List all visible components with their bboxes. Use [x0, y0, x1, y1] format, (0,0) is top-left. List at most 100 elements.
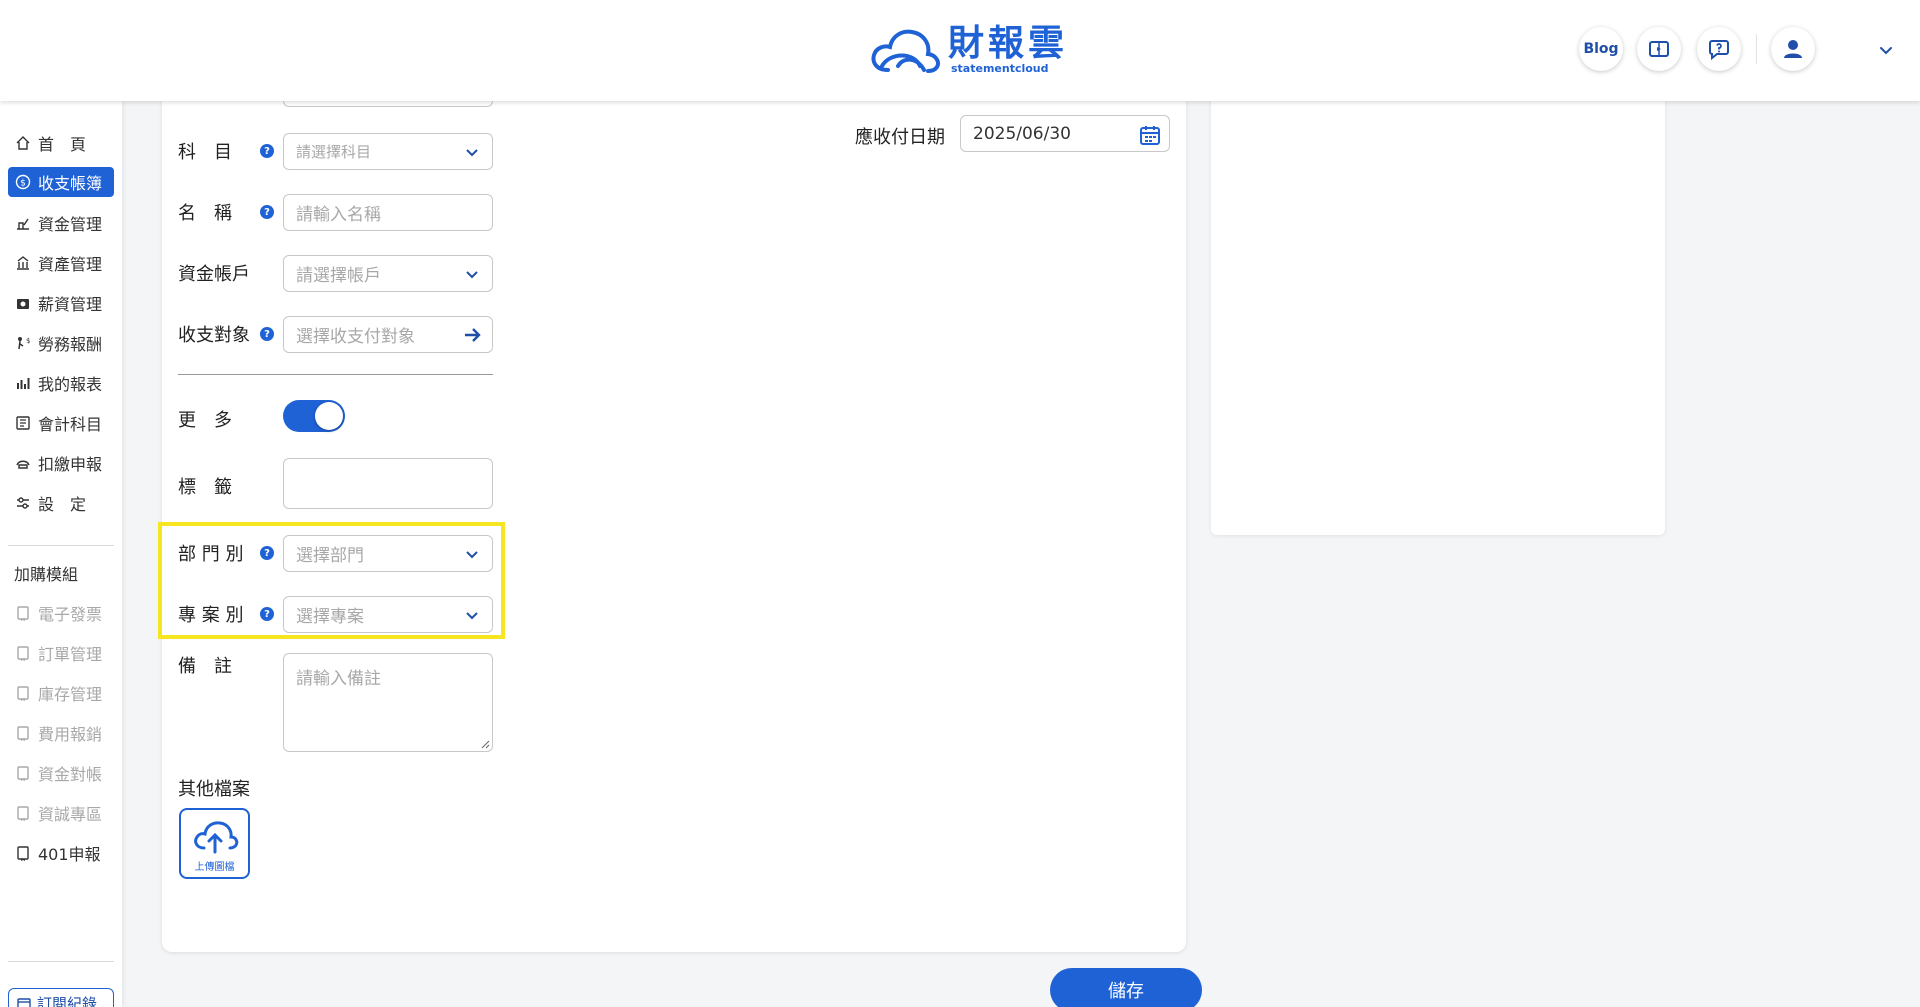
target-label: 收支對象 — [178, 325, 250, 346]
calendar-icon[interactable] — [1139, 124, 1161, 146]
subject-select[interactable]: 請選擇科目 — [283, 133, 493, 170]
help-icon[interactable]: ? — [260, 607, 274, 621]
sidebar-item-withholding[interactable]: 扣繳申報 — [8, 448, 114, 478]
header-divider — [1756, 34, 1757, 64]
subscription-record-label: 訂閱紀錄 — [37, 994, 98, 1007]
logo-subtitle: statementcloud — [951, 62, 1049, 75]
help-icon[interactable]: ? — [260, 327, 274, 341]
sidebar-divider — [8, 545, 114, 546]
lock-book-icon — [14, 604, 32, 622]
ledger-icon: $ — [14, 173, 32, 191]
target-placeholder: 選擇收支付對象 — [296, 327, 415, 347]
sidebar: 首 頁 $ 收支帳簿 資金管理 資產管理 薪資管理 $ 勞務報酬 我的報表 會計… — [0, 101, 122, 1007]
chevron-down-icon[interactable] — [1876, 40, 1896, 60]
chevron-down-icon — [466, 612, 478, 620]
tags-input[interactable] — [283, 458, 493, 509]
video-guide-button[interactable] — [1637, 27, 1681, 71]
blog-button[interactable]: Blog — [1579, 27, 1623, 71]
sidebar-item-label: 扣繳申報 — [38, 455, 103, 474]
sidebar-addon-inventory[interactable]: 庫存管理 — [8, 678, 114, 708]
report-icon — [14, 374, 32, 392]
logo-title: 財報雲 — [948, 23, 1069, 64]
sidebar-item-settings[interactable]: 設 定 — [8, 488, 114, 518]
department-label: 部 門 別 — [178, 544, 244, 565]
sidebar-item-label: 資金對帳 — [38, 765, 103, 784]
withholding-icon — [14, 454, 32, 472]
home-icon — [14, 134, 32, 152]
receipt-icon — [17, 998, 31, 1007]
more-label: 更 多 — [178, 410, 232, 431]
files-label: 其他檔案 — [178, 779, 250, 800]
resize-handle-icon[interactable] — [480, 739, 490, 749]
sidebar-item-label: 收支帳簿 — [38, 174, 103, 193]
upload-image-button[interactable]: 上傳圖檔 — [179, 808, 250, 879]
sidebar-item-label: 費用報銷 — [38, 725, 103, 744]
note-placeholder: 請輸入備註 — [296, 669, 381, 689]
name-label: 名 稱 — [178, 203, 232, 224]
sidebar-item-accounts[interactable]: 會計科目 — [8, 408, 114, 438]
sidebar-item-assets[interactable]: 資產管理 — [8, 248, 114, 278]
funds-icon — [14, 214, 32, 232]
subscription-record-button[interactable]: 訂閱紀錄 — [8, 988, 114, 1007]
toggle-knob — [315, 402, 343, 430]
help-icon[interactable]: ? — [260, 144, 274, 158]
sidebar-item-label: 資金管理 — [38, 215, 103, 234]
user-avatar-button[interactable] — [1771, 27, 1815, 71]
chat-help-icon — [1709, 40, 1729, 61]
name-input[interactable]: 請輸入名稱 — [283, 194, 493, 231]
labor-icon: $ — [14, 334, 32, 352]
sidebar-item-label: 資誠專區 — [38, 805, 103, 824]
support-chat-button[interactable] — [1697, 27, 1741, 71]
due-date-label: 應收付日期 — [855, 127, 945, 148]
sidebar-item-reports[interactable]: 我的報表 — [8, 368, 114, 398]
sidebar-item-home[interactable]: 首 頁 — [8, 128, 114, 158]
svg-text:$: $ — [26, 337, 30, 345]
project-placeholder: 選擇專案 — [296, 607, 364, 627]
tags-label: 標 籤 — [178, 477, 232, 498]
video-book-icon — [1649, 41, 1669, 57]
sidebar-addon-einvoice[interactable]: 電子發票 — [8, 598, 114, 628]
subject-label: 科 目 — [178, 142, 232, 163]
account-select[interactable]: 請選擇帳戶 — [283, 255, 493, 292]
payroll-icon — [14, 294, 32, 312]
logo[interactable]: 財報雲 statementcloud — [868, 22, 1068, 78]
sidebar-item-funds[interactable]: 資金管理 — [8, 208, 114, 238]
department-placeholder: 選擇部門 — [296, 546, 364, 566]
side-panel-card — [1211, 90, 1665, 535]
help-icon[interactable]: ? — [260, 546, 274, 560]
name-placeholder: 請輸入名稱 — [296, 205, 381, 225]
due-date-input[interactable]: 2025/06/30 — [960, 115, 1170, 152]
help-icon[interactable]: ? — [260, 205, 274, 219]
project-label: 專 案 別 — [178, 605, 244, 626]
project-select[interactable]: 選擇專案 — [283, 596, 493, 633]
sidebar-item-label: 勞務報酬 — [38, 335, 103, 354]
save-button[interactable]: 儲存 — [1050, 968, 1202, 1007]
subject-placeholder: 請選擇科目 — [296, 143, 372, 161]
user-icon — [1784, 40, 1802, 58]
sidebar-item-label: 401申報 — [38, 845, 101, 864]
sidebar-addon-401[interactable]: 401申報 — [8, 838, 114, 868]
account-label: 資金帳戶 — [178, 264, 250, 285]
svg-text:$: $ — [20, 179, 26, 189]
note-textarea[interactable]: 請輸入備註 — [283, 653, 493, 752]
sidebar-item-label: 電子發票 — [38, 605, 103, 624]
chevron-down-icon — [466, 271, 478, 279]
department-select[interactable]: 選擇部門 — [283, 535, 493, 572]
sidebar-addon-pwc[interactable]: 資誠專區 — [8, 798, 114, 828]
sidebar-item-payroll[interactable]: 薪資管理 — [8, 288, 114, 318]
sidebar-item-ledger[interactable]: $ 收支帳簿 — [8, 167, 114, 197]
sidebar-addon-orders[interactable]: 訂單管理 — [8, 638, 114, 668]
addon-header: 加購模組 — [14, 565, 79, 584]
assets-icon — [14, 254, 32, 272]
sidebar-divider — [8, 961, 114, 962]
sidebar-addon-expenses[interactable]: 費用報銷 — [8, 718, 114, 748]
target-picker[interactable]: 選擇收支付對象 — [283, 316, 493, 353]
arrow-right-icon — [465, 328, 481, 342]
lock-book-icon — [14, 764, 32, 782]
cloud-upload-icon — [193, 821, 238, 854]
accounts-icon — [14, 414, 32, 432]
sidebar-item-labor[interactable]: $ 勞務報酬 — [8, 328, 114, 358]
more-toggle[interactable] — [283, 400, 345, 432]
due-date-value: 2025/06/30 — [973, 123, 1071, 144]
sidebar-addon-reconciliation[interactable]: 資金對帳 — [8, 758, 114, 788]
